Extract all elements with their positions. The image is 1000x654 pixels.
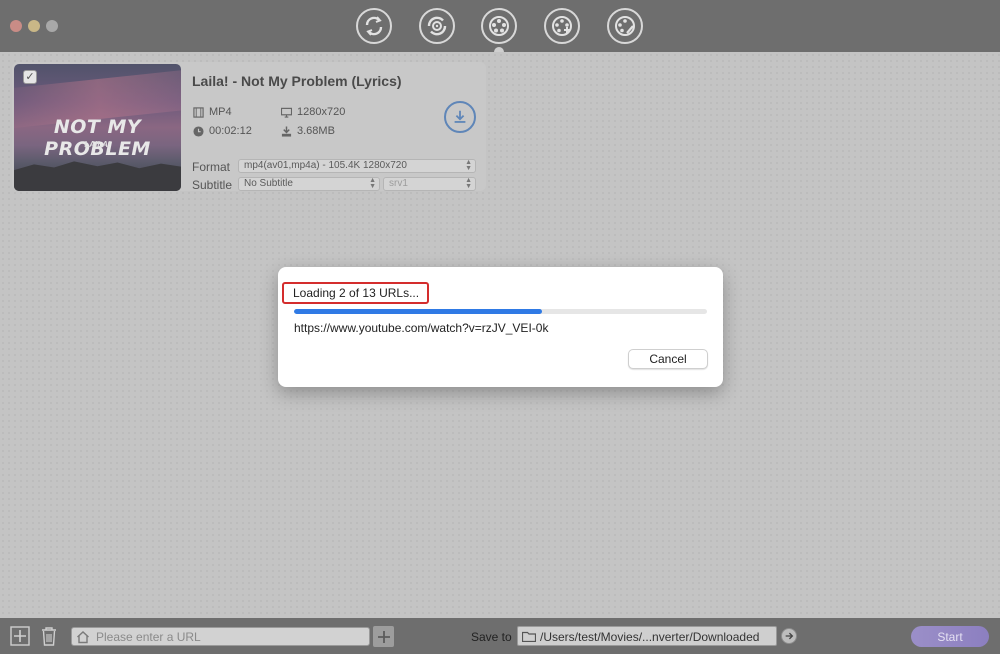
resolution-value: 1280x720 — [297, 106, 346, 118]
arrow-right-icon — [785, 632, 794, 640]
download-tool-button[interactable] — [481, 8, 517, 44]
clock-icon — [193, 125, 204, 137]
save-to-label: Save to — [471, 630, 512, 644]
thumbnail-title: NOT MY PROBLEM — [44, 116, 151, 160]
trash-icon[interactable] — [39, 626, 59, 646]
add-item-icon[interactable] — [10, 626, 30, 646]
minimize-window-button[interactable] — [28, 20, 40, 32]
bottom-bar: Save to /Users/test/Movies/...nverter/Do… — [0, 618, 1000, 654]
video-title: Laila! - Not My Problem (Lyrics) — [192, 73, 402, 89]
save-path: /Users/test/Movies/...nverter/Downloaded — [540, 630, 760, 644]
close-window-button[interactable] — [10, 20, 22, 32]
duration-value: 00:02:12 — [209, 125, 252, 137]
download-button[interactable] — [444, 101, 476, 133]
subtitle-select-value: No Subtitle — [244, 178, 293, 189]
select-arrows-icon: ▲ ▼ — [369, 177, 376, 190]
toolbar — [0, 0, 1000, 52]
convert-icon — [365, 16, 383, 36]
add-url-button[interactable] — [373, 626, 394, 647]
film-reel-icon — [489, 16, 509, 36]
merge-tool-button[interactable] — [544, 8, 580, 44]
size-info: 3.68MB — [281, 125, 335, 137]
subtitle-select[interactable]: No Subtitle ▲ ▼ — [238, 177, 380, 191]
burn-tool-button[interactable] — [419, 8, 455, 44]
zoom-window-button[interactable] — [46, 20, 58, 32]
format-select[interactable]: mp4(av01,mp4a) - 105.4K 1280x720 ▲ ▼ — [238, 159, 476, 173]
subtitle-track-value: srv1 — [389, 178, 408, 189]
select-checkbox[interactable]: ✓ — [23, 70, 37, 84]
start-button[interactable]: Start — [911, 626, 989, 647]
film-icon — [193, 106, 204, 118]
format-select-value: mp4(av01,mp4a) - 105.4K 1280x720 — [244, 160, 407, 171]
container-info: MP4 — [193, 106, 232, 118]
film-reel-plus-icon — [552, 16, 572, 36]
monitor-icon — [281, 107, 292, 118]
video-thumbnail: NOT MY PROBLEM LAILA! ✓ — [14, 64, 181, 191]
url-input[interactable] — [71, 627, 370, 646]
container-value: MP4 — [209, 106, 232, 118]
progress-bar — [294, 309, 707, 314]
edit-tool-button[interactable] — [607, 8, 643, 44]
duration-info: 00:02:12 — [193, 125, 252, 137]
subtitle-label: Subtitle — [192, 178, 233, 192]
download-icon — [454, 110, 466, 123]
film-reel-edit-icon — [615, 16, 635, 36]
select-arrows-icon: ▲ ▼ — [465, 159, 472, 172]
size-value: 3.68MB — [297, 125, 335, 137]
progress-fill — [294, 309, 542, 314]
format-label: Format — [192, 160, 231, 174]
resolution-info: 1280x720 — [281, 106, 345, 118]
select-arrows-icon: ▲ ▼ — [465, 177, 472, 190]
cancel-button[interactable]: Cancel — [628, 349, 708, 369]
open-folder-button[interactable] — [781, 628, 797, 644]
folder-icon — [522, 631, 536, 642]
convert-tool-button[interactable] — [356, 8, 392, 44]
plus-icon — [377, 630, 390, 643]
subtitle-track-select: srv1 ▲ ▼ — [383, 177, 476, 191]
home-icon — [77, 631, 89, 644]
loading-status: Loading 2 of 13 URLs... — [282, 282, 429, 304]
burn-icon — [427, 16, 447, 36]
save-path-field[interactable]: /Users/test/Movies/...nverter/Downloaded — [517, 626, 777, 646]
file-size-icon — [281, 125, 292, 137]
current-url: https://www.youtube.com/watch?v=rzJV_VEI… — [294, 321, 549, 335]
thumbnail-subtitle: LAILA! — [84, 140, 111, 149]
video-item[interactable]: NOT MY PROBLEM LAILA! ✓ Laila! - Not My … — [12, 62, 486, 192]
